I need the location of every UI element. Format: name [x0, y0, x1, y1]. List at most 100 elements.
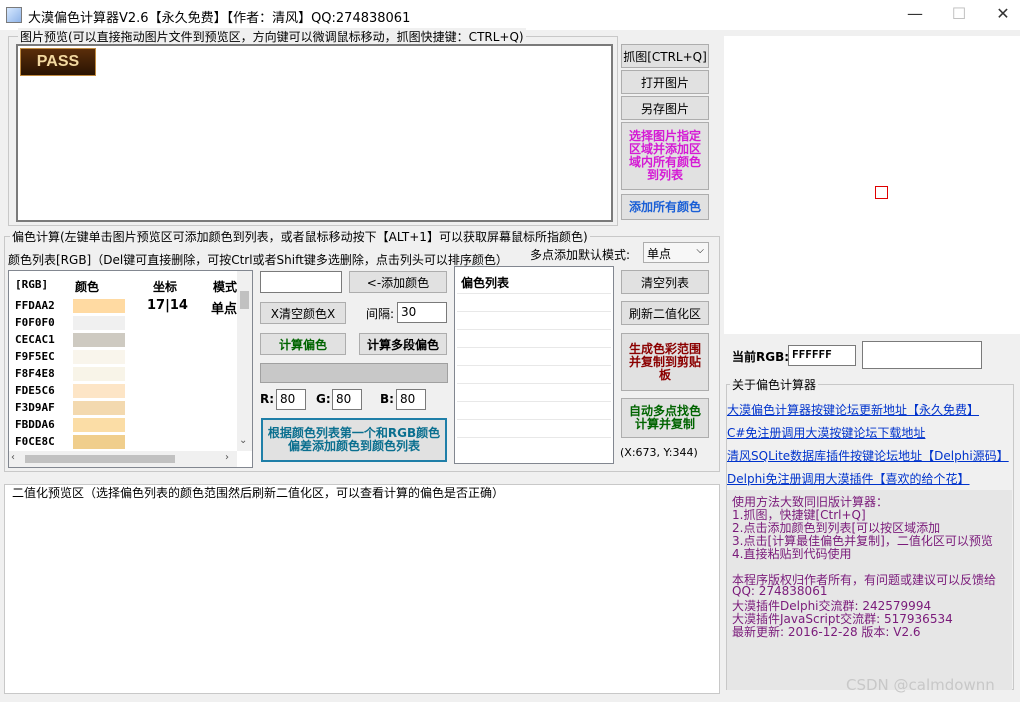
save-image-button[interactable]: 另存图片 — [621, 96, 709, 120]
table-row[interactable]: F3D9AF — [9, 400, 245, 417]
b-input[interactable]: 80 — [396, 389, 426, 410]
refresh-binary-button[interactable]: 刷新二值化区 — [621, 301, 709, 325]
list-divider — [457, 293, 611, 294]
generate-range-button[interactable]: 生成色彩范围并复制到剪贴板 — [621, 333, 709, 391]
column-mode[interactable]: 模式 — [213, 278, 237, 295]
calc-offset-button[interactable]: 计算偏色 — [260, 333, 346, 355]
pass-image: PASS — [20, 48, 96, 76]
table-row[interactable]: FFDAA2 17|14 单点 — [9, 298, 245, 317]
list-divider — [457, 311, 611, 312]
scroll-right-icon[interactable]: › — [225, 452, 229, 463]
app-icon — [6, 7, 22, 23]
current-color-swatch — [862, 341, 982, 369]
coords-readout: (X:673, Y:344) — [620, 446, 698, 459]
open-image-button[interactable]: 打开图片 — [621, 70, 709, 94]
close-button[interactable]: ✕ — [988, 4, 1018, 26]
color-preview-bar — [260, 363, 448, 383]
table-row[interactable]: CECAC1 — [9, 332, 245, 349]
row-swatch — [73, 299, 125, 313]
multi-mode-label: 多点添加默认模式: — [530, 248, 631, 262]
binary-preview-area — [4, 484, 720, 694]
b-label: B: — [380, 392, 394, 406]
clear-list-button[interactable]: 清空列表 — [621, 270, 709, 294]
row-hex: CECAC1 — [15, 333, 55, 346]
list-divider — [457, 329, 611, 330]
r-input[interactable]: 80 — [276, 389, 306, 410]
list-divider — [457, 365, 611, 366]
scroll-thumb[interactable] — [240, 291, 249, 309]
scroll-thumb-h[interactable] — [25, 455, 175, 463]
window-title: 大漠偏色计算器V2.6【永久免费】【作者：清风】QQ:274838061 — [28, 11, 411, 26]
select-region-button[interactable]: 选择图片指定区域并添加区域内所有颜色到列表 — [621, 122, 709, 190]
row-hex: FFDAA2 — [15, 299, 55, 312]
info-line: 4.直接粘贴到代码使用 — [732, 547, 852, 561]
chevron-down-icon: ⌵ — [696, 245, 704, 256]
cursor-marker — [875, 186, 888, 199]
image-preview-area[interactable]: PASS — [16, 44, 613, 222]
row-swatch — [73, 418, 125, 432]
current-rgb-input[interactable]: FFFFFF — [788, 345, 856, 366]
g-label: G: — [316, 392, 331, 406]
color-input[interactable] — [260, 271, 342, 293]
row-hex: F8F4E8 — [15, 367, 55, 380]
magnifier-area — [724, 36, 1020, 334]
table-vertical-scrollbar[interactable]: ⌄ — [237, 271, 252, 451]
table-horizontal-scrollbar[interactable]: ‹ › — [9, 451, 237, 467]
add-color-button[interactable]: <-添加颜色 — [349, 271, 447, 293]
interval-label: 间隔: — [366, 307, 395, 321]
link-csharp-download[interactable]: C#免注册调用大漠按键论坛下载地址 — [727, 424, 925, 441]
info-line: 最新更新: 2016-12-28 版本: V2.6 — [732, 625, 921, 639]
table-row[interactable]: F9F5EC — [9, 349, 245, 366]
row-swatch — [73, 367, 125, 381]
color-table[interactable]: [RGB] 颜色 坐标 模式 FFDAA2 17|14 单点 F0F0F0 CE… — [8, 270, 253, 468]
link-delphi-plugin[interactable]: Delphi免注册调用大漠插件【喜欢的给个花】 — [727, 470, 970, 487]
column-coord[interactable]: 坐标 — [153, 278, 177, 295]
row-hex: FBDDA6 — [15, 418, 55, 431]
offset-list[interactable]: 偏色列表 — [454, 266, 614, 464]
table-row[interactable]: FDE5C6 — [9, 383, 245, 400]
row-swatch — [73, 316, 125, 330]
list-divider — [457, 419, 611, 420]
row-swatch — [73, 401, 125, 415]
add-all-colors-button[interactable]: 添加所有颜色 — [621, 194, 709, 220]
current-rgb-label: 当前RGB: — [732, 350, 790, 364]
calc-multi-offset-button[interactable]: 计算多段偏色 — [359, 333, 447, 355]
list-divider — [457, 401, 611, 402]
table-row[interactable]: FBDDA6 — [9, 417, 245, 434]
list-divider — [457, 383, 611, 384]
row-hex: F9F5EC — [15, 350, 55, 363]
add-by-offset-button[interactable]: 根据颜色列表第一个和RGB颜色偏差添加颜色到颜色列表 — [261, 418, 447, 462]
auto-multi-find-button[interactable]: 自动多点找色计算并复制 — [621, 398, 709, 438]
link-update-forum[interactable]: 大漠偏色计算器按键论坛更新地址【永久免费】 — [727, 401, 979, 418]
link-sqlite-plugin[interactable]: 清风SQLite数据库插件按键论坛地址【Delphi源码】 — [727, 447, 1009, 464]
row-swatch — [73, 333, 125, 347]
about-label: 关于偏色计算器 — [730, 376, 819, 393]
color-table-header: [RGB] 颜色 坐标 模式 — [9, 271, 245, 297]
scroll-down-icon[interactable]: ⌄ — [239, 435, 247, 446]
list-divider — [457, 347, 611, 348]
row-swatch — [73, 384, 125, 398]
table-row[interactable]: F8F4E8 — [9, 366, 245, 383]
multi-mode-select[interactable]: 单点 ⌵ — [643, 242, 709, 263]
column-color[interactable]: 颜色 — [75, 278, 99, 295]
column-rgb[interactable]: [RGB] — [15, 278, 48, 291]
watermark: CSDN @calmdownn — [846, 676, 995, 694]
r-label: R: — [260, 392, 275, 406]
row-hex: F0CE8C — [15, 435, 55, 448]
offset-calc-label: 偏色计算(左键单击图片预览区可添加颜色到列表，或者鼠标移动按下【ALT+1】可以… — [10, 228, 590, 245]
preview-group-label: 图片预览(可以直接拖动图片文件到预览区，方向键可以微调鼠标移动，抓图快捷键：CT… — [18, 28, 526, 45]
clear-colors-button[interactable]: X清空颜色X — [260, 302, 346, 324]
row-coord: 17|14 — [147, 298, 188, 313]
row-swatch — [73, 350, 125, 364]
row-hex: F3D9AF — [15, 401, 55, 414]
maximize-button[interactable]: ☐ — [944, 4, 974, 26]
scroll-left-icon[interactable]: ‹ — [11, 452, 15, 463]
table-row[interactable]: F0F0F0 — [9, 315, 245, 332]
capture-button[interactable]: 抓图[CTRL+Q] — [621, 44, 709, 68]
interval-input[interactable]: 30 — [397, 302, 447, 323]
minimize-button[interactable]: — — [900, 4, 930, 26]
list-divider — [457, 437, 611, 438]
row-hex: F0F0F0 — [15, 316, 55, 329]
table-row[interactable]: F0CE8C — [9, 434, 245, 451]
g-input[interactable]: 80 — [332, 389, 362, 410]
